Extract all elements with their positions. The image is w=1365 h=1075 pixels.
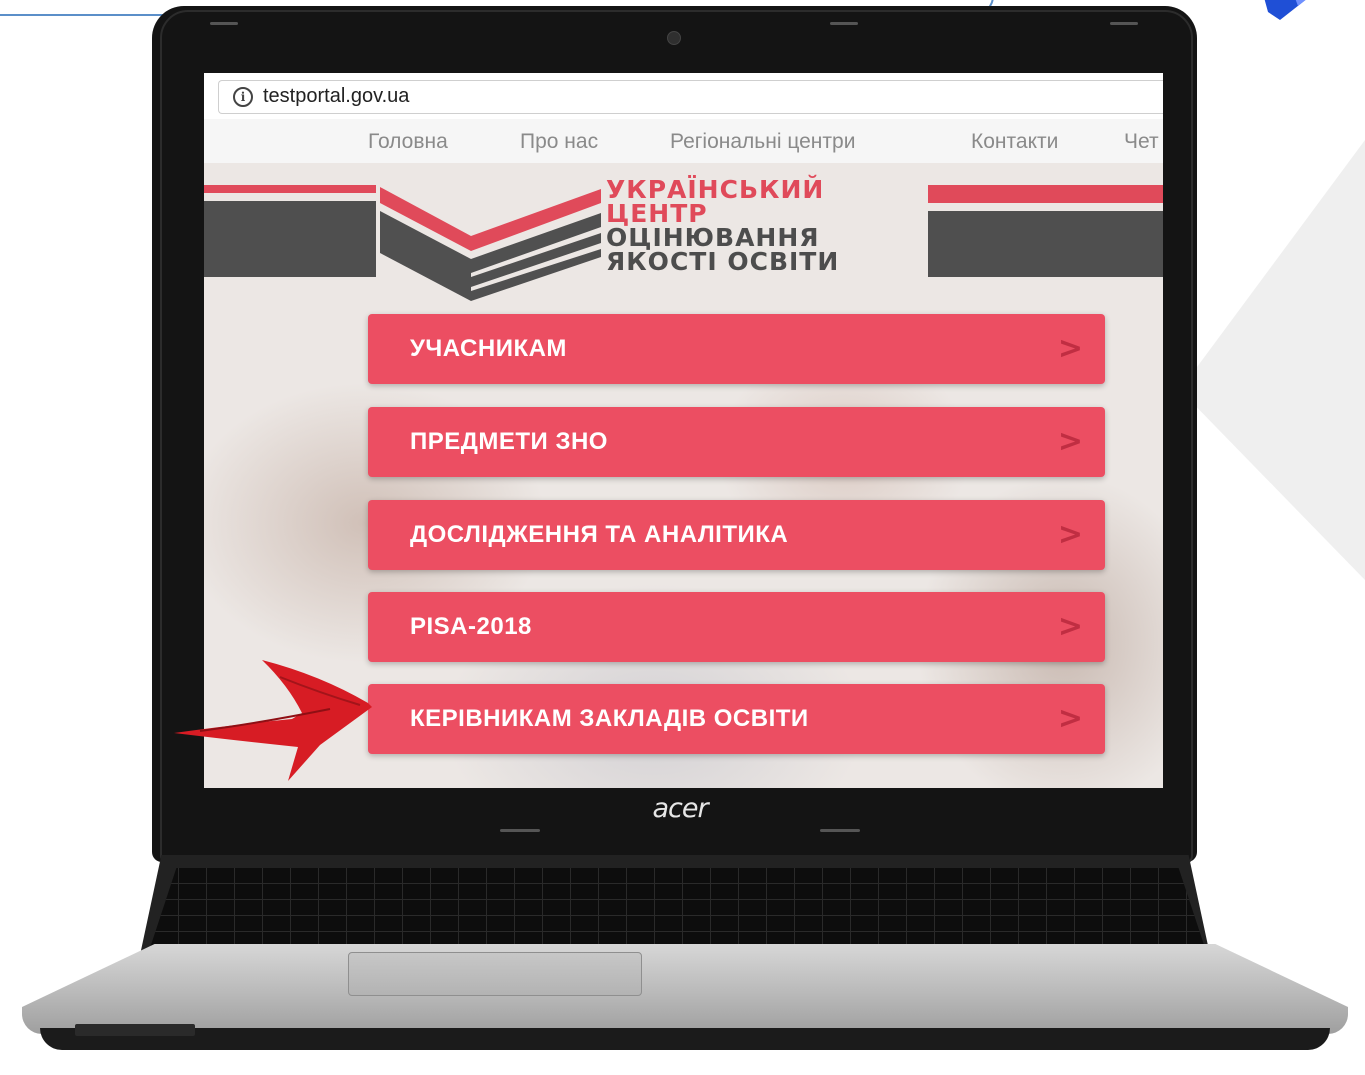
chevron-right-icon: > (1057, 701, 1083, 736)
decorative-background-triangle (1180, 140, 1365, 580)
menu-button-label: PISA-2018 (410, 613, 532, 640)
nav-item-regional-centers[interactable]: Регіональні центри (670, 130, 855, 154)
menu-button-participants[interactable]: УЧАСНИКАМ > (368, 314, 1105, 384)
site-navigation: Головна Про нас Регіональні центри Конта… (204, 119, 1163, 163)
menu-button-school-heads[interactable]: КЕРІВНИКАМ ЗАКЛАДІВ ОСВІТИ > (368, 684, 1105, 754)
logo-stripe-right-gray (928, 211, 1163, 277)
chevron-right-icon: > (1057, 517, 1083, 552)
logo-title: УКРАЇНСЬКИЙ ЦЕНТР ОЦІНЮВАННЯ ЯКОСТІ ОСВІ… (606, 177, 936, 276)
laptop-palmrest (22, 944, 1348, 1034)
card-reader-slot (75, 1024, 195, 1036)
laptop-base-bottom (40, 1028, 1330, 1050)
menu-button-label: КЕРІВНИКАМ ЗАКЛАДІВ ОСВІТИ (410, 705, 809, 732)
url-text: testportal.gov.ua (263, 85, 410, 107)
browser-address-bar: i testportal.gov.ua (204, 73, 1163, 120)
nav-item-contacts[interactable]: Контакти (971, 130, 1058, 154)
nav-item-home[interactable]: Головна (368, 130, 448, 154)
bezel-bumper (820, 829, 860, 832)
chevron-right-icon: > (1057, 331, 1083, 366)
menu-button-label: ДОСЛІДЖЕННЯ ТА АНАЛІТИКА (410, 521, 789, 548)
bezel-bumper (500, 829, 540, 832)
logo-stripe-right-red (928, 185, 1163, 203)
laptop-brand-logo: acer (652, 793, 708, 824)
logo-line-4: ЯКОСТІ ОСВІТИ (606, 247, 840, 276)
chevron-right-icon: > (1057, 424, 1083, 459)
menu-button-pisa-2018[interactable]: PISA-2018 > (368, 592, 1105, 662)
info-icon[interactable]: i (233, 87, 253, 107)
menu-button-label: ПРЕДМЕТИ ЗНО (410, 428, 608, 455)
bezel-bumper (1110, 22, 1138, 25)
menu-button-zno-subjects[interactable]: ПРЕДМЕТИ ЗНО > (368, 407, 1105, 477)
chevron-right-icon: > (1057, 609, 1083, 644)
menu-button-label: УЧАСНИКАМ (410, 335, 567, 362)
decorative-blue-corner (1264, 0, 1306, 20)
logo-stripe-left-red (204, 185, 376, 193)
red-pointer-arrow-icon (174, 660, 372, 781)
url-field[interactable]: i testportal.gov.ua (218, 80, 1163, 114)
logo-stripe-left-gray (204, 201, 376, 277)
menu-button-research-analytics[interactable]: ДОСЛІДЖЕННЯ ТА АНАЛІТИКА > (368, 500, 1105, 570)
trackpad (348, 952, 642, 996)
bezel-bumper (210, 22, 238, 25)
nav-item-about[interactable]: Про нас (520, 130, 598, 154)
webcam (667, 31, 681, 45)
logo-book-emblem (380, 187, 601, 301)
keyboard (150, 868, 1205, 948)
bezel-bumper (830, 22, 858, 25)
nav-item-more[interactable]: Чет (1124, 130, 1159, 154)
